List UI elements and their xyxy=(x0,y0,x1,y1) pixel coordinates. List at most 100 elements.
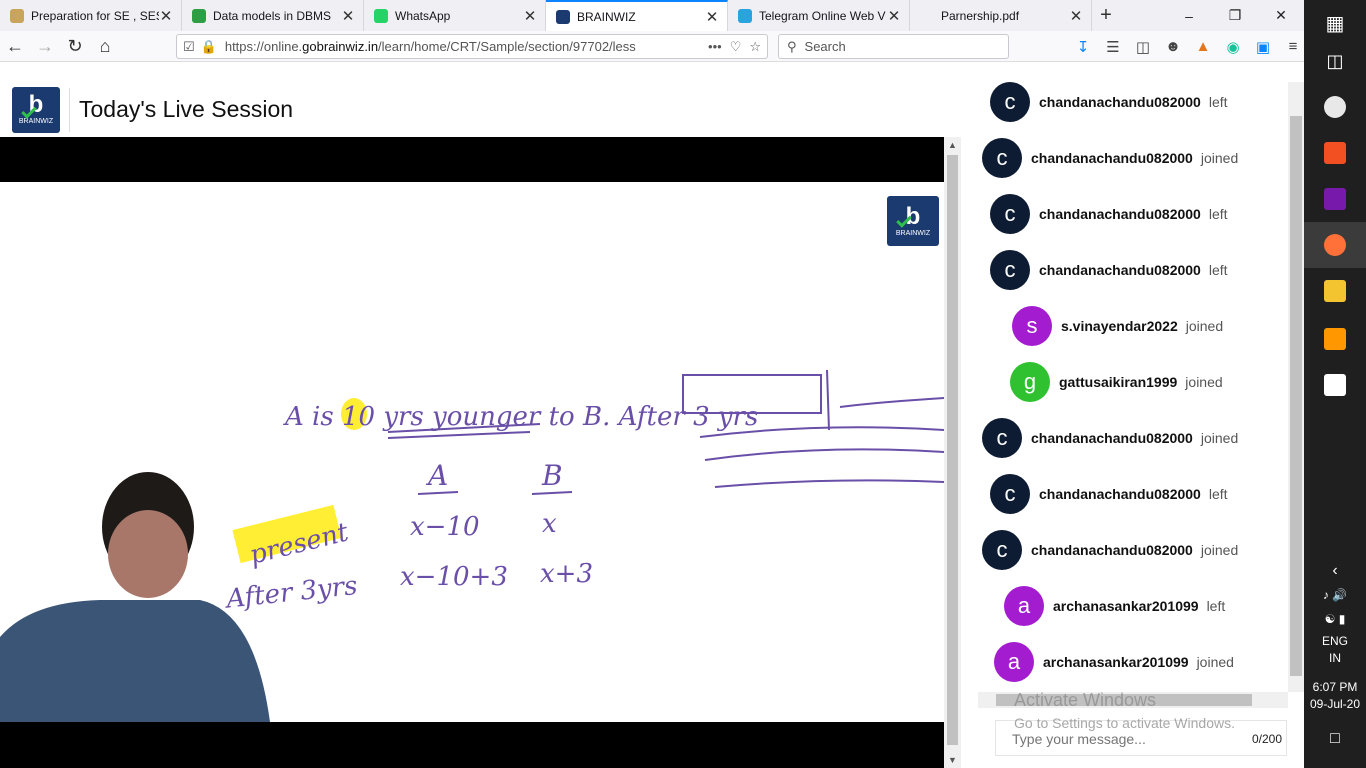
library-icon[interactable]: ☰ xyxy=(1098,38,1128,56)
scroll-up-icon[interactable]: ▲ xyxy=(944,140,961,150)
problem-statement: A is 10 yrs younger to B. After 3 yrs xyxy=(283,402,758,432)
minimize-icon[interactable]: – xyxy=(1166,0,1212,31)
tray-sound-icon[interactable]: ♪ 🔊 xyxy=(1304,588,1366,602)
page-scrollbar[interactable]: ▲ ▼ xyxy=(944,137,961,768)
region-indicator[interactable]: IN xyxy=(1304,651,1366,665)
chat-input-box[interactable]: 0/200 xyxy=(995,720,1287,756)
notification-icon[interactable]: □ xyxy=(1304,730,1366,748)
chat-event-item: a archanasankar201099 joined xyxy=(994,642,1234,682)
tab-label: Data models in DBMS xyxy=(213,8,332,23)
chat-scroll-thumb[interactable] xyxy=(1290,116,1302,676)
tab-label: WhatsApp xyxy=(395,8,451,23)
url-prefix: https://online. xyxy=(224,39,303,54)
chat-hscroll-thumb[interactable] xyxy=(996,694,1252,706)
lock-icon: 🔒 xyxy=(200,38,217,54)
chat-username: chandanachandu082000 xyxy=(1039,262,1201,278)
browser-tab[interactable]: Telegram Online Web V ✕ xyxy=(728,0,910,31)
user-avatar: c xyxy=(982,530,1022,570)
forward-icon[interactable]: → xyxy=(30,32,60,60)
tray-chevron-icon[interactable]: ‹ xyxy=(1304,562,1366,580)
pocket-icon[interactable]: ♡ xyxy=(730,39,742,55)
clock-app-icon[interactable] xyxy=(1304,84,1366,130)
user-avatar: a xyxy=(1004,586,1044,626)
user-avatar: s xyxy=(1012,306,1052,346)
browser-tab[interactable]: Data models in DBMS ✕ xyxy=(182,0,364,31)
calculator-icon[interactable] xyxy=(1304,362,1366,408)
tab-close-icon[interactable]: ✕ xyxy=(887,7,901,25)
language-indicator[interactable]: ENG xyxy=(1304,634,1366,648)
new-tab-button[interactable]: + xyxy=(1092,0,1120,31)
browser-tab[interactable]: WhatsApp ✕ xyxy=(364,0,546,31)
browser-nav-bar: ← → ↻ ⌂ ☑ 🔒 https://online.gobrainwiz.in… xyxy=(0,31,1304,62)
browser-tab[interactable]: BRAINWIZ ✕ xyxy=(546,0,728,31)
task-view-icon[interactable]: ◫ xyxy=(1304,38,1366,84)
restore-icon[interactable]: ❐ xyxy=(1212,0,1258,31)
chat-event-item: c chandanachandu082000 left xyxy=(990,250,1228,290)
browser-tab[interactable]: Preparation for SE , SES ✕ xyxy=(0,0,182,31)
more-actions-icon[interactable]: ••• xyxy=(708,39,722,54)
row-present-b: x xyxy=(542,509,557,539)
search-placeholder: Search xyxy=(804,39,846,54)
telegram-icon xyxy=(738,8,752,23)
chat-horizontal-scrollbar[interactable] xyxy=(978,692,1288,708)
chat-event-item: c chandanachandu082000 left xyxy=(990,82,1228,122)
scroll-down-icon[interactable]: ▼ xyxy=(944,755,961,765)
whatsapp-icon xyxy=(374,8,388,23)
grammarly-icon[interactable]: ◉ xyxy=(1218,38,1248,56)
bookmark-star-icon[interactable]: ☆ xyxy=(749,39,761,55)
clock-date[interactable]: 09-Jul-20 xyxy=(1304,697,1366,711)
sublime-text-icon[interactable] xyxy=(1304,316,1366,362)
chat-username: archanasankar201099 xyxy=(1053,598,1199,614)
browser-tab[interactable]: Parnership.pdf ✕ xyxy=(910,0,1092,31)
tab-close-icon[interactable]: ✕ xyxy=(523,7,537,25)
chat-status: joined xyxy=(1200,542,1239,558)
brainwiz-logo[interactable]: b BRAINWIZ xyxy=(12,86,60,133)
tab-close-icon[interactable]: ✕ xyxy=(159,7,173,25)
save-extension-icon[interactable]: ▣ xyxy=(1248,38,1278,56)
toolbar-icons: ↧ ☰ ◫ ☻ ▲ ◉ ▣ ≡ xyxy=(1068,31,1308,62)
fox-extension-icon[interactable]: ▲ xyxy=(1188,38,1218,55)
screen: Preparation for SE , SES ✕ Data models in … xyxy=(0,0,1366,768)
tray-network-icon[interactable]: ☯ ▮ xyxy=(1304,612,1366,626)
download-icon[interactable]: ↧ xyxy=(1068,38,1098,56)
reload-icon[interactable]: ↻ xyxy=(60,32,90,60)
live-video-player[interactable]: b BRAINWIZ A is 10 yrs younger to B. Aft… xyxy=(0,137,944,768)
home-icon[interactable]: ⌂ xyxy=(90,32,120,60)
tab-close-icon[interactable]: ✕ xyxy=(341,7,355,25)
chat-status: joined xyxy=(1185,374,1223,390)
page-scroll-thumb[interactable] xyxy=(947,155,958,745)
url-path: /learn/home/CRT/Sample/section/97702/les… xyxy=(378,39,636,54)
chat-status: left xyxy=(1208,94,1228,110)
chat-scrollbar[interactable] xyxy=(1288,82,1304,692)
close-window-icon[interactable]: ✕ xyxy=(1258,0,1304,31)
user-avatar: c xyxy=(990,194,1030,234)
row-after-a: x−10+3 xyxy=(400,562,508,592)
firefox-icon[interactable] xyxy=(1304,222,1366,268)
chat-username: chandanachandu082000 xyxy=(1031,430,1193,446)
clock-time[interactable]: 6:07 PM xyxy=(1304,680,1366,694)
url-bar[interactable]: ☑ 🔒 https://online.gobrainwiz.in/learn/h… xyxy=(176,34,768,59)
chat-message-input[interactable] xyxy=(1012,731,1232,747)
chat-username: chandanachandu082000 xyxy=(1031,150,1193,166)
chat-username: s.vinayendar2022 xyxy=(1061,318,1178,334)
chat-event-item: c chandanachandu082000 left xyxy=(990,474,1228,514)
search-box[interactable]: ⚲ Search xyxy=(778,34,1009,59)
user-avatar: c xyxy=(990,82,1030,122)
chat-status: joined xyxy=(1185,318,1224,334)
back-icon[interactable]: ← xyxy=(0,32,30,60)
account-icon[interactable]: ☻ xyxy=(1158,38,1188,55)
tab-close-icon[interactable]: ✕ xyxy=(705,8,719,26)
chat-username: chandanachandu082000 xyxy=(1039,486,1201,502)
user-avatar: c xyxy=(990,474,1030,514)
column-b-header: B xyxy=(541,459,563,492)
chat-status: left xyxy=(1206,598,1226,614)
chat-event-item: c chandanachandu082000 joined xyxy=(982,138,1238,178)
file-explorer-icon[interactable] xyxy=(1304,268,1366,314)
onenote-icon[interactable] xyxy=(1304,176,1366,222)
sidebar-icon[interactable]: ◫ xyxy=(1128,38,1158,56)
tab-label: BRAINWIZ xyxy=(577,9,636,24)
tab-close-icon[interactable]: ✕ xyxy=(1069,7,1083,25)
chat-status: left xyxy=(1208,262,1228,278)
logo-text: BRAINWIZ xyxy=(18,118,54,125)
store-icon[interactable] xyxy=(1304,130,1366,176)
